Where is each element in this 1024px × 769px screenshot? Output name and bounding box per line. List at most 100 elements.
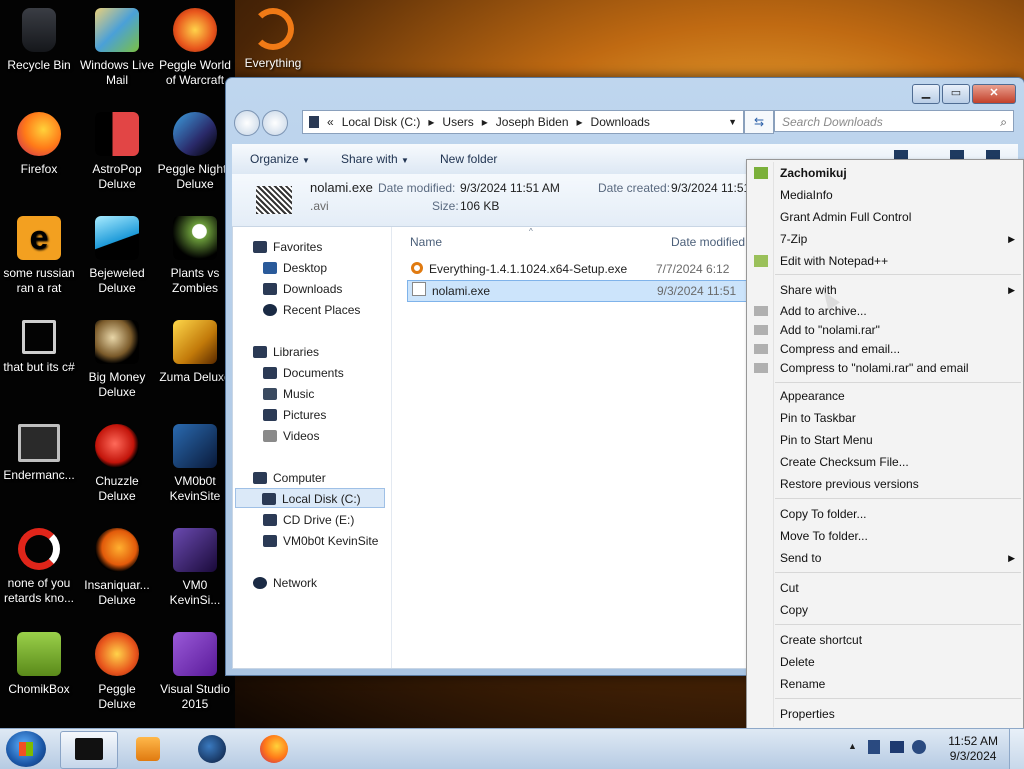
search-input[interactable]: Search Downloads ⌕: [774, 110, 1014, 132]
nav-cd-drive[interactable]: CD Drive (E:): [263, 510, 354, 530]
desktop-icon-endermanc[interactable]: Endermanc...: [0, 424, 78, 483]
organize-button[interactable]: Organize ▼: [250, 152, 310, 166]
close-button[interactable]: ✕: [972, 84, 1016, 104]
desktop-icon-label: VM0 KevinSi...: [169, 578, 221, 607]
column-header-name[interactable]: Name: [410, 235, 442, 249]
menu-item-mediainfo[interactable]: MediaInfo: [747, 184, 1023, 206]
menu-item-compress-email[interactable]: Compress and email...: [747, 340, 1023, 359]
maximize-button[interactable]: ▭: [942, 84, 970, 104]
desktop-icon-none-of-you[interactable]: none of you retards kno...: [0, 528, 78, 606]
desktop-icon-everything[interactable]: Everything: [234, 8, 312, 71]
menu-item-copy-to-folder[interactable]: Copy To folder...: [747, 503, 1023, 525]
menu-item-grant-admin[interactable]: Grant Admin Full Control: [747, 206, 1023, 228]
taskbar-media-player-button[interactable]: [122, 731, 178, 767]
nav-computer[interactable]: Computer: [253, 468, 326, 488]
nav-network[interactable]: Network: [253, 573, 317, 593]
nav-vm-site[interactable]: VM0b0t KevinSite: [263, 531, 378, 551]
address-bar[interactable]: « Local Disk (C:) ▸ Users ▸ Joseph Biden…: [302, 110, 744, 134]
desktop-icon-peggle-wow[interactable]: Peggle World of Warcraft: [156, 8, 234, 88]
desktop-icon-windows-live-mail[interactable]: Windows Live Mail: [78, 8, 156, 88]
desktop-icon-insaniquarium[interactable]: Insaniquar... Deluxe: [78, 528, 156, 608]
nav-recent-places[interactable]: Recent Places: [263, 300, 360, 320]
menu-item-appearance[interactable]: Appearance: [747, 385, 1023, 407]
taskbar-explorer-button[interactable]: [60, 731, 118, 769]
desktop-icon-firefox[interactable]: Firefox: [0, 112, 78, 177]
menu-item-properties[interactable]: Properties: [747, 703, 1023, 725]
nav-favorites[interactable]: Favorites: [253, 237, 322, 257]
menu-item-checksum[interactable]: Create Checksum File...: [747, 451, 1023, 473]
minimize-button[interactable]: ▁: [912, 84, 940, 104]
downloads-icon: [263, 283, 277, 295]
volume-icon[interactable]: [912, 740, 926, 754]
menu-item-delete[interactable]: Delete: [747, 651, 1023, 673]
nav-libraries[interactable]: Libraries: [253, 342, 319, 362]
breadcrumb-overflow[interactable]: «: [327, 115, 334, 129]
network-tray-icon[interactable]: [868, 740, 880, 754]
desktop-icon-vm0[interactable]: VM0 KevinSi...: [156, 528, 234, 608]
column-header-date-modified[interactable]: Date modified: [671, 235, 745, 249]
menu-item-restore-versions[interactable]: Restore previous versions: [747, 473, 1023, 495]
clock[interactable]: 11:52 AM 9/3/2024: [948, 734, 998, 764]
desktop-icon-vm0b0t[interactable]: VM0b0t KevinSite: [156, 424, 234, 504]
desktop-icon-label: Plants vs Zombies: [170, 266, 220, 295]
documents-icon: [263, 367, 277, 379]
desktop-icon-chomikbox[interactable]: ChomikBox: [0, 632, 78, 697]
menu-item-pin-taskbar[interactable]: Pin to Taskbar: [747, 407, 1023, 429]
menu-item-add-to-archive[interactable]: Add to archive...: [747, 302, 1023, 321]
menu-item-zachomikuj[interactable]: Zachomikuj: [747, 162, 1023, 184]
taskbar-globe-button[interactable]: [184, 731, 240, 767]
menu-item-move-to-folder[interactable]: Move To folder...: [747, 525, 1023, 547]
nav-documents[interactable]: Documents: [263, 363, 344, 383]
back-button[interactable]: [234, 110, 260, 136]
nav-downloads[interactable]: Downloads: [263, 279, 342, 299]
nav-videos[interactable]: Videos: [263, 426, 319, 446]
start-button[interactable]: [6, 731, 46, 767]
menu-item-pin-start[interactable]: Pin to Start Menu: [747, 429, 1023, 451]
nav-local-disk[interactable]: Local Disk (C:): [235, 488, 385, 508]
nav-desktop[interactable]: Desktop: [263, 258, 327, 278]
desktop-icon-visual-studio[interactable]: Visual Studio 2015: [156, 632, 234, 712]
desktop-icon-astropop[interactable]: AstroPop Deluxe: [78, 112, 156, 192]
menu-item-7zip[interactable]: 7-Zip ▶: [747, 228, 1023, 250]
monitor-icon: [18, 424, 60, 462]
menu-item-create-shortcut[interactable]: Create shortcut: [747, 629, 1023, 651]
desktop-icon-that-but-c-sharp[interactable]: that but its c#: [0, 320, 78, 375]
desktop-icon-label: ChomikBox: [8, 682, 70, 696]
flower-icon: [173, 216, 217, 260]
desktop-icon-big-money[interactable]: Big Money Deluxe: [78, 320, 156, 400]
desktop-icon-peggle-deluxe[interactable]: Peggle Deluxe: [78, 632, 156, 712]
breadcrumb-users[interactable]: Users: [442, 115, 473, 129]
desktop-icon-plants-vs-zombies[interactable]: Plants vs Zombies: [156, 216, 234, 296]
taskbar-firefox-button[interactable]: [246, 731, 302, 767]
menu-item-share-with[interactable]: Share with ▶: [747, 279, 1023, 301]
menu-item-compress-rar-email[interactable]: Compress to "nolami.rar" and email: [747, 359, 1023, 378]
menu-item-cut[interactable]: Cut: [747, 577, 1023, 599]
file-row-selected[interactable]: nolami.exe 9/3/2024 11:51: [407, 280, 749, 302]
desktop-icon-chuzzle[interactable]: Chuzzle Deluxe: [78, 424, 156, 504]
desktop-icon-zuma[interactable]: Zuma Deluxe: [156, 320, 234, 385]
forward-button[interactable]: [262, 110, 288, 136]
menu-item-copy[interactable]: Copy: [747, 599, 1023, 621]
breadcrumb-user[interactable]: Joseph Biden: [496, 115, 569, 129]
desktop-icon-bejeweled[interactable]: Bejeweled Deluxe: [78, 216, 156, 296]
menu-item-send-to[interactable]: Send to ▶: [747, 547, 1023, 569]
file-row[interactable]: Everything-1.4.1.1024.x64-Setup.exe 7/7/…: [407, 259, 747, 279]
desktop-icon-peggle-nights[interactable]: Peggle Nights Deluxe: [156, 112, 234, 192]
menu-item-add-to-rar[interactable]: Add to "nolami.rar": [747, 321, 1023, 340]
chevron-down-icon[interactable]: ▼: [728, 117, 737, 127]
nav-pictures[interactable]: Pictures: [263, 405, 326, 425]
breadcrumb-downloads[interactable]: Downloads: [591, 115, 650, 129]
desktop-icon-russian-rat[interactable]: e some russian ran a rat: [0, 216, 78, 296]
astropop-icon: [95, 112, 139, 156]
menu-item-rename[interactable]: Rename: [747, 673, 1023, 695]
show-hidden-icons-icon[interactable]: ▲: [848, 741, 857, 751]
desktop-icon-recycle-bin[interactable]: Recycle Bin: [0, 8, 78, 73]
show-desktop-button[interactable]: [1009, 729, 1024, 769]
new-folder-button[interactable]: New folder: [440, 152, 497, 166]
action-center-icon[interactable]: [890, 741, 904, 753]
refresh-button[interactable]: ⇆: [744, 110, 774, 134]
menu-item-edit-notepad[interactable]: Edit with Notepad++: [747, 250, 1023, 272]
nav-music[interactable]: Music: [263, 384, 314, 404]
breadcrumb-local-disk[interactable]: Local Disk (C:): [342, 115, 421, 129]
share-with-button[interactable]: Share with ▼: [341, 152, 409, 166]
